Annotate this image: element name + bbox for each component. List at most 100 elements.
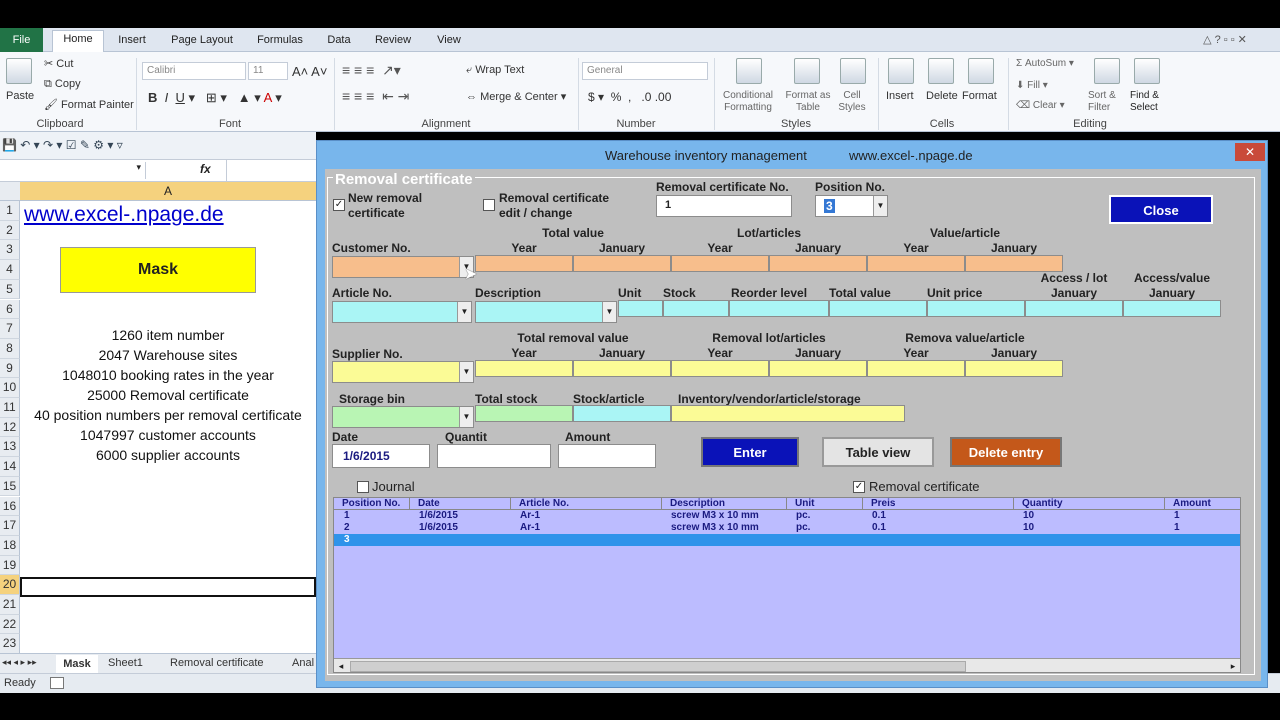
tab-formulas[interactable]: Formulas (250, 32, 310, 52)
font-name-select[interactable]: Calibri (142, 62, 246, 80)
align-top-icons[interactable]: ≡ ≡ ≡ ↗▾ (342, 62, 401, 79)
total-value-january-field[interactable] (573, 255, 671, 272)
row-header-21[interactable]: 21 (0, 595, 20, 615)
insert-cells-icon[interactable] (888, 58, 914, 84)
lot-january-field[interactable] (769, 255, 867, 272)
row-header-6[interactable]: 6 (0, 299, 20, 320)
date-field[interactable]: 1/6/2015 (332, 444, 430, 468)
active-cell[interactable] (20, 577, 316, 597)
row-header-22[interactable]: 22 (0, 614, 20, 635)
delete-entry-button[interactable]: Delete entry (950, 437, 1062, 467)
trv-january-field[interactable] (573, 360, 671, 377)
total-stock-field[interactable] (475, 405, 573, 422)
window-controls[interactable]: △ ? ▫ ▫ ✕ (1180, 32, 1270, 52)
rla-year-field[interactable] (671, 360, 769, 377)
font-grow-shrink[interactable]: A˄ A˅ (292, 64, 327, 79)
description-combo[interactable]: ▼ (475, 301, 617, 323)
table-cell[interactable]: 1 (1174, 522, 1180, 533)
website-link[interactable]: www.excel-.npage.de (24, 203, 320, 227)
row-header-2[interactable]: 2 (0, 220, 20, 241)
table-cell[interactable]: Ar-1 (520, 510, 540, 521)
col-position-no[interactable]: Position No. (334, 498, 410, 510)
removal-certificate-checkbox[interactable]: ✓ (853, 481, 865, 493)
trv-year-field[interactable] (475, 360, 573, 377)
formula-input[interactable] (226, 160, 316, 181)
merge-center-button[interactable]: ⇔ Merge & Center ▾ (466, 90, 566, 103)
article-no-combo[interactable]: ▼ (332, 301, 472, 323)
sheet-tab-anal[interactable]: Anal (292, 657, 314, 669)
sort-filter-button[interactable]: Sort & Filter (1088, 90, 1128, 114)
align-left-icons[interactable]: ≡ ≡ ≡ ⇤ ⇥ (342, 88, 409, 105)
removal-no-field[interactable]: 1 (656, 195, 792, 217)
chevron-down-icon[interactable]: ▼ (459, 362, 473, 382)
paste-button[interactable]: Paste (6, 90, 34, 102)
autosum-button[interactable]: Σ AutoSum ▾ (1016, 58, 1074, 69)
chevron-down-icon[interactable]: ▼ (602, 302, 616, 322)
scrollbar-thumb[interactable] (350, 661, 966, 672)
sheet-tab-mask[interactable]: Mask (56, 655, 98, 673)
sheet-nav-arrows[interactable]: ◂◂ ◂ ▸ ▸▸ (2, 657, 37, 668)
quantity-field[interactable] (437, 444, 551, 468)
copy-button[interactable]: ⧉ Copy (44, 78, 81, 91)
lot-year-field[interactable] (671, 255, 769, 272)
format-cells-icon[interactable] (968, 58, 994, 84)
qat-icons[interactable]: 💾 ↶ ▾ ↷ ▾ ☑ ✎ ⚙ ▾ ▿ (2, 138, 123, 152)
format-painter-button[interactable]: 🖌 Format Painter (44, 98, 134, 111)
chevron-down-icon[interactable]: ▼ (459, 407, 473, 427)
row-header-20[interactable]: 20 (0, 575, 20, 595)
tab-review[interactable]: Review (370, 32, 416, 52)
enter-button[interactable]: Enter (701, 437, 799, 467)
conditional-formatting-icon[interactable] (736, 58, 762, 84)
row-header-12[interactable]: 12 (0, 417, 20, 438)
clear-button[interactable]: ⌫ Clear ▾ (1016, 100, 1065, 111)
table-cell[interactable]: Ar-1 (520, 522, 540, 533)
dialog-close-x[interactable]: ✕ (1235, 143, 1265, 161)
access-lot-field[interactable] (1025, 300, 1123, 317)
total-value-year-field[interactable] (475, 255, 573, 272)
horizontal-scrollbar[interactable]: ◂ ▸ (334, 658, 1240, 672)
table-cell[interactable]: 0.1 (872, 510, 886, 521)
macro-record-icon[interactable] (50, 677, 64, 689)
format-as-table-button[interactable]: Format as Table (784, 90, 832, 114)
table-cell[interactable]: screw M3 x 10 mm (671, 522, 759, 533)
cell-styles-button[interactable]: Cell Styles (834, 90, 870, 114)
row-header-19[interactable]: 19 (0, 555, 20, 576)
position-no-combo[interactable]: 3 ▼ (815, 195, 888, 217)
table-cell[interactable]: 10 (1023, 522, 1034, 533)
row-header-10[interactable]: 10 (0, 378, 20, 398)
table-cell[interactable]: 1/6/2015 (419, 510, 458, 521)
chevron-down-icon[interactable]: ▼ (873, 196, 887, 216)
row-header-8[interactable]: 8 (0, 338, 20, 359)
tab-file[interactable]: File (0, 28, 43, 52)
number-format-buttons[interactable]: $ ▾ % , .0 .00 (588, 90, 671, 104)
table-cell[interactable]: screw M3 x 10 mm (671, 510, 759, 521)
total-value2-field[interactable] (829, 300, 927, 317)
col-quantity[interactable]: Quantity (1014, 498, 1165, 510)
entries-table[interactable]: Position No. Date Article No. Descriptio… (333, 497, 1241, 673)
col-unit[interactable]: Unit (787, 498, 863, 510)
table-cell[interactable]: pc. (796, 510, 810, 521)
table-cell[interactable]: 0.1 (872, 522, 886, 533)
sheet-tab-removal[interactable]: Removal certificate (170, 657, 264, 669)
row-header-3[interactable]: 3 (0, 240, 20, 261)
find-select-button[interactable]: Find & Select (1130, 90, 1170, 114)
stock-article-field[interactable] (573, 405, 671, 422)
format-cells-button[interactable]: Format (962, 90, 997, 102)
font-style-buttons[interactable]: B I U ▾ ⊞ ▾ ▲ ▾ A ▾ (148, 90, 282, 106)
name-box[interactable]: ▾ (0, 162, 146, 179)
edit-change-checkbox[interactable] (483, 199, 495, 211)
cut-button[interactable]: ✂ Cut (44, 57, 73, 70)
conditional-formatting-button[interactable]: Conditional Formatting (720, 90, 776, 114)
supplier-no-combo[interactable]: ▼ (332, 361, 474, 383)
insert-cells-button[interactable]: Insert (886, 90, 914, 102)
paste-icon[interactable] (6, 58, 32, 84)
col-description[interactable]: Description (662, 498, 787, 510)
row-header-13[interactable]: 13 (0, 437, 20, 458)
rla-january-field[interactable] (769, 360, 867, 377)
font-size-select[interactable]: 11 (248, 62, 288, 80)
value-january-field[interactable] (965, 255, 1063, 272)
row-header-23[interactable]: 23 (0, 634, 20, 655)
table-cell[interactable]: pc. (796, 522, 810, 533)
col-amount[interactable]: Amount (1165, 498, 1240, 510)
row-header-18[interactable]: 18 (0, 535, 20, 556)
